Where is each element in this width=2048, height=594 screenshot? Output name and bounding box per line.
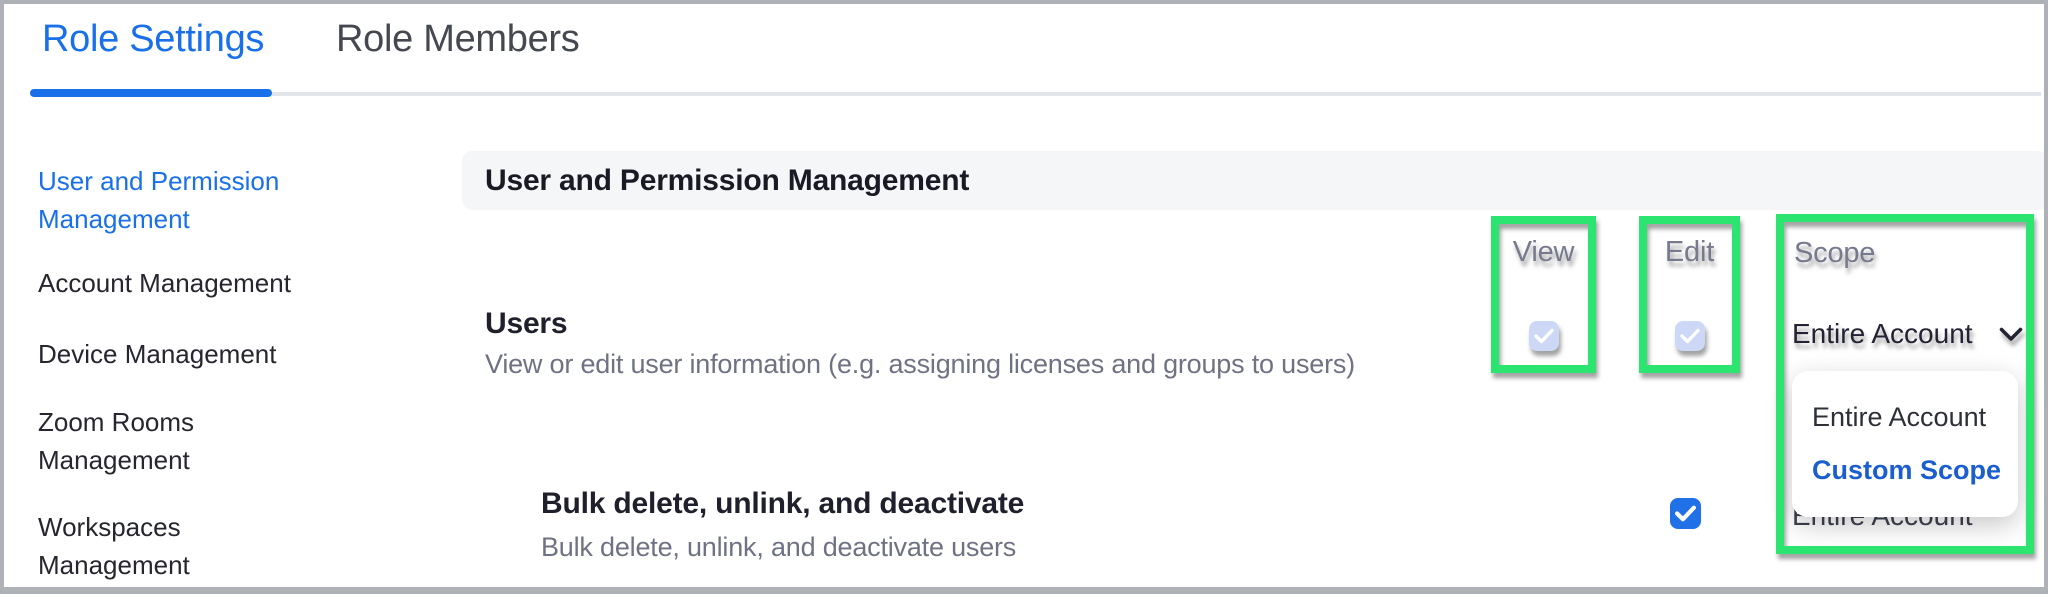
check-icon [1534,328,1554,344]
permission-row-users-title: Users [485,307,567,341]
sidebar-item-user-permission-management[interactable]: User and Permission Management [38,162,358,238]
tab-role-members[interactable]: Role Members [336,18,579,61]
sidebar-item-account-management[interactable]: Account Management [38,264,358,302]
scope-column-label: Scope [1794,237,1875,270]
users-scope-dropdown-trigger[interactable]: Entire Account [1792,318,2023,350]
edit-column-label: Edit [1665,236,1714,269]
permission-row-bulk-title: Bulk delete, unlink, and deactivate [541,487,1024,521]
scope-option-custom-scope[interactable]: Custom Scope [1812,455,2018,486]
section-title: User and Permission Management [485,164,969,198]
tabbar-divider [30,92,2041,96]
sidebar-item-zoom-rooms-management[interactable]: Zoom Rooms Management [38,403,358,479]
sidebar-item-device-management[interactable]: Device Management [38,335,358,373]
active-tab-underline [30,89,272,97]
users-scope-dropdown-value: Entire Account [1792,318,1973,350]
tab-role-settings[interactable]: Role Settings [42,18,264,61]
role-settings-page: Role Settings Role Members User and Perm… [0,0,2048,594]
section-header-bar: User and Permission Management [462,151,2048,210]
sidebar-item-workspaces-management[interactable]: Workspaces Management [38,508,358,584]
check-icon [1675,505,1696,522]
permission-row-users-description: View or edit user information (e.g. assi… [485,349,1355,380]
view-column-label: View [1513,236,1575,269]
bulk-edit-checkbox[interactable] [1670,498,1701,529]
users-view-checkbox[interactable] [1529,321,1559,351]
check-icon [1680,328,1700,344]
users-edit-checkbox[interactable] [1675,321,1705,351]
permission-row-bulk-description: Bulk delete, unlink, and deactivate user… [541,532,1016,563]
chevron-down-icon [1999,327,2023,342]
scope-dropdown-menu: Entire Account Custom Scope [1792,371,2018,517]
view-column-highlight-box: View [1491,216,1596,373]
edit-column-highlight-box: Edit [1639,216,1740,373]
scope-option-entire-account[interactable]: Entire Account [1812,402,2018,433]
